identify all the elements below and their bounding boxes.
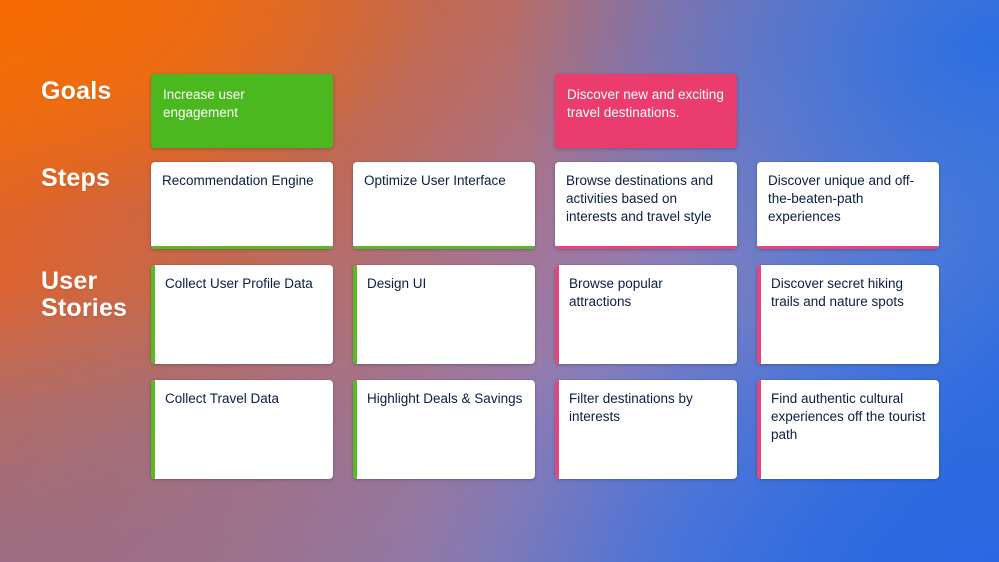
card-title: Optimize User Interface: [364, 173, 506, 188]
card-edge: [757, 380, 761, 479]
row-label-goals: Goals: [41, 77, 112, 105]
row-label-user-stories-line1: User: [41, 267, 98, 295]
story-card-bki-29[interactable]: Browse popular attractions 13 BKI-29 IN …: [555, 265, 737, 364]
card-title: Design UI: [367, 276, 427, 291]
story-card-bki-35[interactable]: Discover secret hiking trails and nature…: [757, 265, 939, 364]
step-card-bki-12[interactable]: Optimize User Interface BKI-12 IN PROG…: [353, 162, 535, 249]
roadmap-board: Goals Steps User Stories Increase user e…: [0, 0, 999, 562]
story-card-bki-15[interactable]: Design UI 21 BKI-15 TO DO: [353, 265, 535, 364]
card-edge: [555, 246, 737, 249]
step-card-bki-11[interactable]: Recommendation Engine BKI-11 IN PROG…: [151, 162, 333, 249]
step-card-bki-1[interactable]: Browse destinations and activities based…: [555, 162, 737, 249]
card-title: Browse popular attractions: [569, 276, 663, 309]
card-title: Highlight Deals & Savings: [367, 391, 523, 406]
card-title: Collect Travel Data: [165, 391, 280, 406]
card-edge: [353, 265, 357, 364]
row-label-user-stories: User Stories: [41, 268, 127, 322]
story-card-bki-13[interactable]: Collect User Profile Data 5 BKI-13 IN PR…: [151, 265, 333, 364]
row-label-steps: Steps: [41, 164, 111, 192]
card-edge: [757, 246, 939, 249]
step-card-bki-2[interactable]: Discover unique and off-the-beaten-path …: [757, 162, 939, 249]
card-edge: [757, 265, 761, 364]
goal-title: Discover new and exciting travel destina…: [567, 87, 724, 120]
goal-card-discover-new-destinations[interactable]: Discover new and exciting travel destina…: [555, 74, 737, 148]
row-label-user-stories-line2: Stories: [41, 294, 128, 322]
card-edge: [353, 380, 357, 479]
card-edge: [555, 265, 559, 364]
card-title: Discover unique and off-the-beaten-path …: [768, 173, 915, 224]
card-edge: [353, 246, 535, 249]
goal-card-increase-user-engagement[interactable]: Increase user engagement: [151, 74, 333, 148]
card-edge: [151, 246, 333, 249]
card-title: Recommendation Engine: [162, 173, 314, 188]
card-title: Find authentic cultural experiences off …: [771, 391, 926, 442]
card-title: Collect User Profile Data: [165, 276, 313, 291]
card-edge: [151, 380, 155, 479]
card-title: Discover secret hiking trails and nature…: [771, 276, 904, 309]
card-edge: [151, 265, 155, 364]
card-edge: [555, 380, 559, 479]
card-title: Filter destinations by interests: [569, 391, 693, 424]
story-card-bki-16[interactable]: Highlight Deals & Savings 13 BKI-16 IN P…: [353, 380, 535, 479]
story-card-bki-30[interactable]: Filter destinations by interests 5 BKI-3…: [555, 380, 737, 479]
goal-title: Increase user engagement: [163, 87, 245, 120]
story-card-bki-89[interactable]: Find authentic cultural experiences off …: [757, 380, 939, 479]
story-card-bki-14[interactable]: Collect Travel Data 3 BKI-14 TO DO: [151, 380, 333, 479]
card-title: Browse destinations and activities based…: [566, 173, 714, 224]
